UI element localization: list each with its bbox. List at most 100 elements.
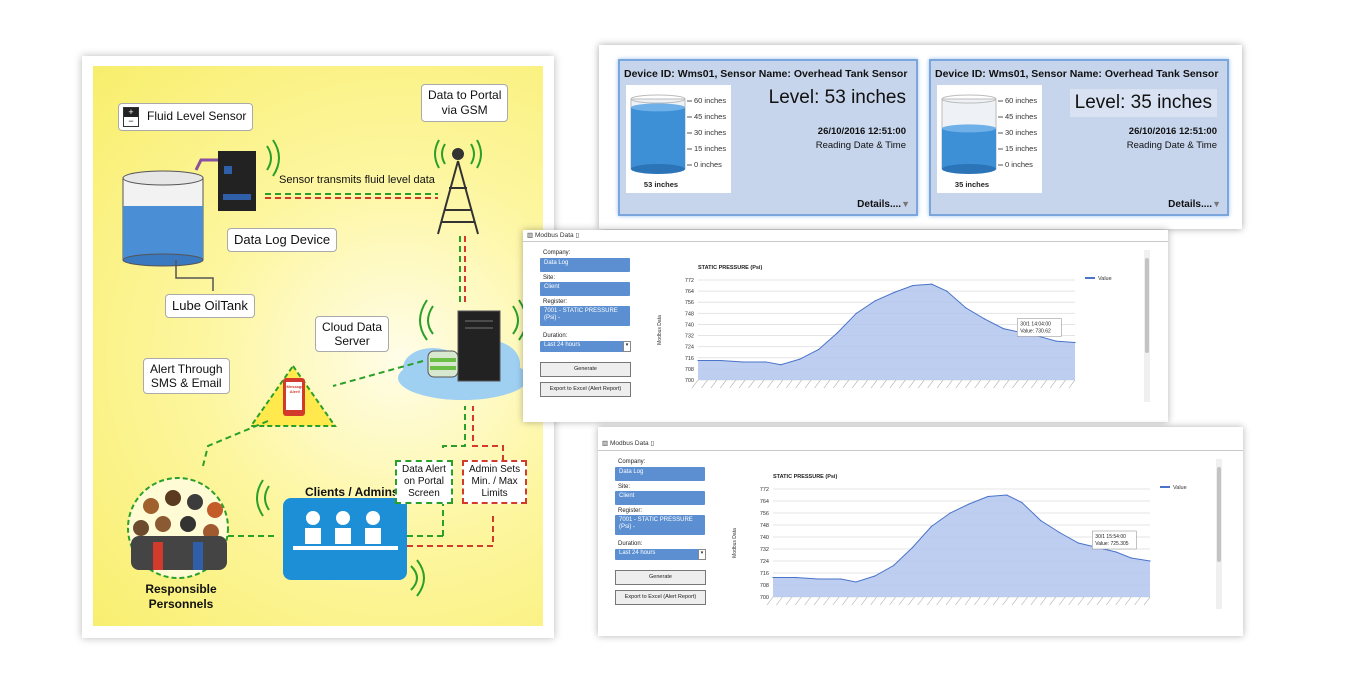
tank-gauge: 60 inches 45 inches 30 inches 15 inches … [937,85,1042,193]
device-card: Device ID: Wms01, Sensor Name: Overhead … [618,59,918,216]
y-tick-label: 756 [760,511,769,517]
duration-select[interactable]: Last 24 hours [615,549,699,560]
sensor-minus-icon: − [128,116,134,126]
x-tick-label [1002,379,1010,389]
level-value: Level: 53 inches [768,87,906,108]
data-point [1040,519,1042,522]
data-point [1077,542,1079,544]
x-tick-label [899,379,906,389]
scroll-thumb[interactable] [1217,467,1221,562]
x-tick-label [917,596,925,606]
chart-icon: ▥ [527,232,535,239]
tank-fill [942,128,996,169]
scrollbar[interactable] [1216,459,1222,609]
x-tick-label [1059,379,1066,389]
device-title: Device ID: Wms01, Sensor Name: Overhead … [935,68,1219,80]
data-point [874,300,876,302]
header-divider [523,241,1168,242]
chart-title: STATIC PRESSURE (Psi) [698,265,762,271]
diagram-canvas: + − Fluid Level Sensor Sensor transmits … [93,66,543,626]
x-tick-label [870,379,878,389]
static-pressure-chart: STATIC PRESSURE (Psi) Modbus Data 700 708 71… [732,474,1187,606]
tank-tick: 30 inches [1005,128,1038,137]
tank-tick: 60 inches [1005,96,1038,105]
x-tick-label [1143,596,1151,606]
y-tick-label: 756 [685,300,694,306]
x-tick-label [823,379,831,389]
data-point [765,361,767,363]
tank-tick: 30 inches [694,128,727,137]
x-tick-label [964,596,972,606]
x-tick-label [832,596,840,606]
reading-date-label: Reading Date & Time [1126,140,1217,151]
tank-tick: 45 inches [1005,112,1038,121]
x-tick-label [955,596,962,606]
y-tick-label: 764 [760,499,769,505]
register-select[interactable]: 7001 - STATIC PRESSURE (Psi) - [615,515,705,535]
x-tick-label [786,379,793,389]
data-point [1115,551,1117,553]
x-tick-label [983,596,991,606]
site-select[interactable]: Client [615,491,705,505]
tank-bottom [631,164,685,174]
tank-bottom [942,164,996,174]
chart-icon: ▥ [602,440,610,447]
tank-tick: 15 inches [1005,144,1038,153]
x-tick-label [1011,596,1019,606]
x-tick-label [851,379,859,389]
x-tick-label [804,379,812,389]
device-level-panel: Device ID: Wms01, Sensor Name: Overhead … [599,45,1242,229]
x-tick-label [1077,596,1085,606]
chevron-down-icon[interactable]: ▾ [623,341,631,352]
x-tick-label [1096,596,1104,606]
data-point [930,525,932,528]
y-tick-label: 740 [760,535,769,541]
x-tick-label [936,596,943,606]
x-tick-label [833,379,840,389]
company-label: Company: [618,459,646,465]
duration-select[interactable]: Last 24 hours [540,341,624,352]
x-tick-label [908,379,916,389]
x-tick-label [1115,596,1122,606]
reading-date-label: Reading Date & Time [815,140,906,151]
data-point [795,576,797,579]
collapse-icon[interactable]: ▯ [650,440,654,447]
admin-sets-limits-label: Admin Sets Min. / Max Limits [462,460,528,504]
x-tick-label [880,379,887,389]
company-select[interactable]: Data Log [615,467,705,481]
x-tick-label [738,379,746,389]
duration-label: Duration: [618,541,643,547]
x-tick-label [1049,379,1057,389]
legend-label: Value [1173,485,1187,491]
company-select[interactable]: Data Log [540,258,630,272]
tank-tick: 0 inches [694,160,722,169]
details-link[interactable]: Details....▼ [1168,199,1221,210]
y-tick-label: 732 [685,334,694,340]
scrollbar[interactable] [1144,250,1150,402]
site-label: Site: [618,484,631,490]
x-tick-label [1040,596,1047,606]
register-select[interactable]: 7001 - STATIC PRESSURE (Psi) - [540,306,630,326]
generate-button[interactable]: Generate [615,570,706,585]
x-tick-label [776,596,783,606]
lube-oil-tank-icon [122,170,204,267]
export-excel-button[interactable]: Export to Excel (Alert Report) [615,590,706,605]
chevron-down-icon: ▼ [901,199,910,209]
scroll-thumb[interactable] [1145,258,1149,353]
y-tick-label: 740 [685,322,694,328]
data-point [1074,341,1076,344]
data-log-device-label: Data Log Device [227,228,338,252]
alert-sms-label: Alert Through SMS & Email [143,358,230,394]
data-point [1002,328,1004,330]
generate-button[interactable]: Generate [540,362,631,377]
chevron-down-icon[interactable]: ▾ [698,549,706,560]
site-label: Site: [543,275,556,281]
collapse-icon[interactable]: ▯ [575,232,579,239]
export-excel-button[interactable]: Export to Excel (Alert Report) [540,382,631,397]
site-select[interactable]: Client [540,282,630,296]
details-link[interactable]: Details....▼ [857,199,910,210]
data-point [911,546,914,549]
gsm-tower-icon [434,139,482,235]
personnel-label: Responsible Personnels [145,582,217,611]
tank-fill-top [631,103,685,112]
